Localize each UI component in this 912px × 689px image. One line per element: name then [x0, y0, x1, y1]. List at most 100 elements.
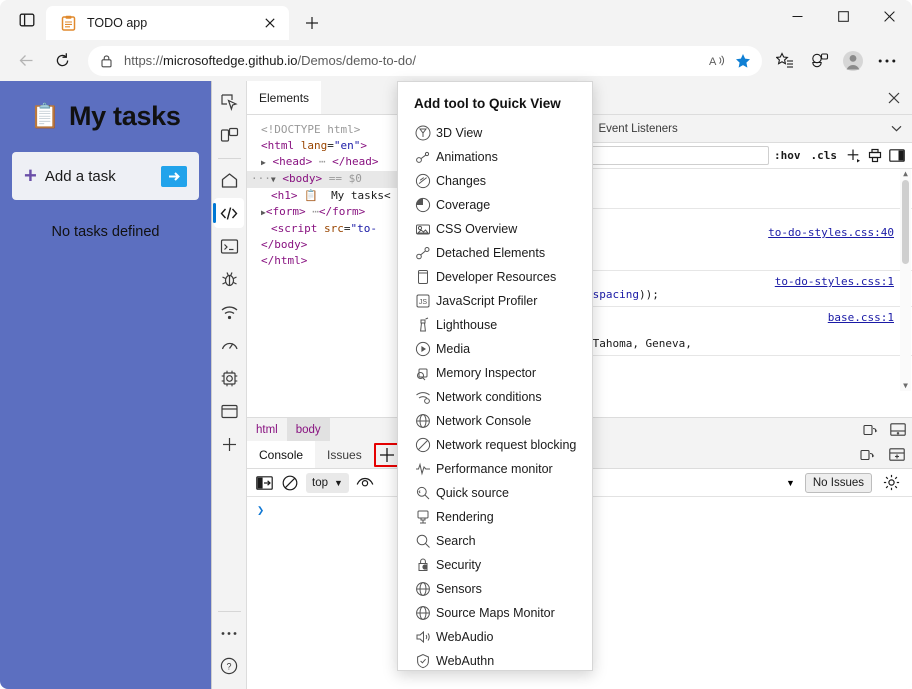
flyout-item-memory-inspector[interactable]: Memory Inspector [398, 361, 592, 385]
help-icon[interactable]: ? [214, 651, 244, 681]
add-task-field[interactable]: + Add a task [12, 152, 199, 200]
window-close-button[interactable] [866, 0, 912, 33]
hov-toggle[interactable]: :hov [769, 149, 806, 162]
chevron-down-icon[interactable] [881, 115, 912, 142]
flyout-item-webaudio[interactable]: WebAudio [398, 625, 592, 649]
dom-tree[interactable]: <!DOCTYPE html> <html lang="en"> ▶ <head> … [247, 115, 407, 417]
tab-elements[interactable]: Elements [247, 81, 322, 114]
dom-node[interactable]: </body> [247, 237, 406, 253]
flyout-item-coverage[interactable]: Coverage [398, 193, 592, 217]
execution-context-select[interactable]: top ▼ [306, 472, 349, 493]
collections-icon[interactable] [769, 45, 801, 77]
flyout-item-network-conditions[interactable]: Network conditions [398, 385, 592, 409]
dom-node[interactable]: </html> [247, 253, 406, 269]
performance-icon[interactable] [214, 330, 244, 360]
flyout-item-changes[interactable]: Changes [398, 169, 592, 193]
dock-bottom-icon[interactable] [882, 448, 912, 461]
profile-avatar-icon[interactable] [837, 45, 869, 77]
flyout-item-quick-source[interactable]: Quick source [398, 481, 592, 505]
browser-essentials-icon[interactable] [803, 45, 835, 77]
flyout-item-3d-view[interactable]: 3D View [398, 121, 592, 145]
scroll-down-icon[interactable]: ▼ [903, 381, 908, 391]
device-emulation-icon[interactable] [214, 120, 244, 150]
print-media-icon[interactable] [864, 148, 886, 163]
dom-node[interactable]: ▶<form> ⋯</form> [247, 204, 406, 221]
add-quick-view-tool-button[interactable] [373, 441, 400, 468]
flyout-item-animations[interactable]: Animations [398, 145, 592, 169]
flyout-item-network-request-blocking[interactable]: Network request blocking [398, 433, 592, 457]
flyout-item-search[interactable]: Search [398, 529, 592, 553]
sources-debugger-icon[interactable] [214, 264, 244, 294]
flyout-item-sensors[interactable]: Sensors [398, 577, 592, 601]
flyout-item-security[interactable]: Security [398, 553, 592, 577]
new-tab-button[interactable] [297, 8, 327, 38]
lock-icon[interactable] [92, 47, 120, 75]
inspect-element-icon[interactable] [214, 87, 244, 117]
more-tools-ellipsis-icon[interactable] [214, 618, 244, 648]
scrollbar-thumb[interactable] [902, 180, 909, 264]
close-icon[interactable] [259, 12, 281, 34]
dock-side-icon[interactable] [884, 423, 912, 436]
copy-styles-icon[interactable] [852, 448, 882, 462]
tab-search-icon[interactable] [10, 3, 44, 37]
copy-styles-icon[interactable] [856, 423, 884, 437]
flyout-item-label: Search [436, 534, 476, 548]
gear-icon[interactable] [878, 472, 904, 494]
scroll-up-icon[interactable]: ▲ [903, 169, 908, 179]
no-issues-button[interactable]: No Issues [804, 472, 872, 493]
console-sidebar-icon[interactable] [251, 472, 277, 494]
application-icon[interactable] [214, 396, 244, 426]
address-bar[interactable]: https://microsoftedge.github.io/Demos/de… [88, 45, 762, 76]
flyout-item-source-maps-monitor[interactable]: Source Maps Monitor [398, 601, 592, 625]
flyout-item-media[interactable]: Media [398, 337, 592, 361]
flyout-item-webauthn[interactable]: WebAuthn [398, 649, 592, 673]
devtools-close-button[interactable] [876, 81, 912, 114]
flyout-item-css-overview[interactable]: CSS Overview [398, 217, 592, 241]
flyout-item-lighthouse[interactable]: Lighthouse [398, 313, 592, 337]
cls-toggle[interactable]: .cls [806, 149, 843, 162]
dom-node[interactable]: <script src="to- [247, 221, 406, 237]
flyout-item-performance-monitor[interactable]: Performance monitor [398, 457, 592, 481]
tab-issues[interactable]: Issues [315, 441, 374, 468]
new-style-rule-icon[interactable] [842, 148, 864, 163]
read-aloud-icon[interactable]: A [704, 48, 730, 74]
style-source-link[interactable]: to-do-styles.css:1 [775, 275, 894, 288]
dom-node[interactable]: <!DOCTYPE html> [247, 122, 406, 138]
flyout-item-detached-elements[interactable]: Detached Elements [398, 241, 592, 265]
back-button[interactable] [10, 45, 42, 77]
minimize-button[interactable] [774, 0, 820, 33]
dom-node[interactable]: <html lang="en"> [247, 138, 406, 154]
flyout-item-network-console[interactable]: Network Console [398, 409, 592, 433]
welcome-home-icon[interactable] [214, 165, 244, 195]
style-source-link[interactable]: to-do-styles.css:40 [768, 226, 894, 239]
reload-button[interactable] [46, 45, 78, 77]
maximize-button[interactable] [820, 0, 866, 33]
memory-chip-icon[interactable] [214, 363, 244, 393]
tab-console[interactable]: Console [247, 441, 316, 468]
dom-node[interactable]: ···▼ <body> == $0 [247, 171, 406, 188]
star-filled-icon[interactable] [730, 48, 756, 74]
flyout-item-developer-resources[interactable]: Developer Resources [398, 265, 592, 289]
clear-console-icon[interactable] [277, 472, 303, 494]
dom-node[interactable]: ▶ <head> ⋯ </head> [247, 154, 406, 171]
console-icon[interactable] [214, 231, 244, 261]
breadcrumb-item-body[interactable]: body [286, 418, 330, 441]
tab-event-listeners[interactable]: Event Listeners [588, 115, 687, 142]
browser-tab[interactable]: TODO app [46, 6, 289, 40]
toggle-sidebar-icon[interactable] [886, 149, 908, 162]
style-source-link[interactable]: base.css:1 [828, 311, 894, 324]
settings-ellipsis-icon[interactable] [871, 45, 903, 77]
filter-caret-icon[interactable]: ▼ [786, 478, 795, 488]
elements-code-icon[interactable] [213, 198, 244, 228]
network-conditions-icon [410, 389, 436, 405]
styles-scrollbar[interactable]: ▲ ▼ [900, 169, 911, 391]
submit-task-button[interactable] [161, 165, 187, 187]
flyout-item-rendering[interactable]: Rendering [398, 505, 592, 529]
network-icon[interactable] [214, 297, 244, 327]
flyout-item-javascript-profiler[interactable]: JS JavaScript Profiler [398, 289, 592, 313]
dom-node[interactable]: <h1> 📋 My tasks< [247, 188, 406, 204]
add-tool-icon[interactable] [214, 429, 244, 459]
divider [217, 158, 241, 159]
breadcrumb-item-html[interactable]: html [247, 418, 287, 441]
live-expression-icon[interactable] [352, 472, 378, 494]
